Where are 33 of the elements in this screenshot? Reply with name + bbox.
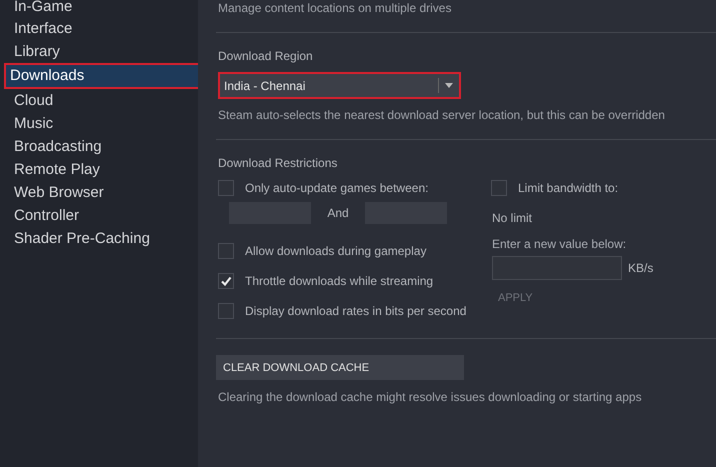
prompt-text: Enter a new value below: (492, 237, 628, 251)
sidebar-item[interactable]: Controller (4, 204, 194, 227)
clear-cache-button[interactable]: CLEAR DOWNLOAD CACHE (216, 355, 464, 380)
hint-text: Steam auto-selects the nearest download server location, but this can be overridden (218, 108, 666, 123)
sidebar-item[interactable]: Downloads (4, 63, 198, 89)
region-dropdown[interactable]: India - Chennai (218, 72, 461, 99)
checkbox-label: Limit bandwidth to: (518, 181, 618, 195)
unit-label: KB/s (628, 261, 654, 275)
sidebar-item[interactable]: Interface (4, 17, 194, 40)
sidebar-item[interactable]: Shader Pre-Caching (4, 227, 194, 250)
hint-text: Clearing the download cache might resolve issues downloading or starting apps (218, 390, 643, 405)
limit-value: No limit (492, 211, 534, 225)
bandwidth-field[interactable] (492, 256, 622, 280)
checkbox-label: Allow downloads during gameplay (245, 244, 426, 258)
description-text: Manage content locations on multiple drives (218, 1, 452, 16)
checkbox[interactable] (218, 243, 234, 259)
checkbox-label: Display download rates in bits per second (245, 304, 466, 318)
checkbox-label: Only auto-update games between: (245, 181, 428, 195)
section-heading: Download Region (218, 49, 314, 63)
checkbox[interactable] (218, 303, 234, 319)
and-label: And (326, 206, 350, 220)
sidebar-item[interactable]: Music (4, 112, 194, 135)
sidebar-item[interactable]: Web Browser (4, 181, 194, 204)
checkbox[interactable] (491, 180, 507, 196)
checkbox[interactable] (218, 180, 234, 196)
sidebar-item[interactable]: Remote Play (4, 158, 194, 181)
sidebar-item[interactable]: Cloud (4, 89, 194, 112)
checkbox[interactable] (218, 273, 234, 289)
checkbox-label: Throttle downloads while streaming (245, 274, 434, 288)
section-heading: Download Restrictions (218, 156, 338, 170)
sidebar-item[interactable]: Library (4, 40, 194, 63)
sidebar-item[interactable]: Broadcasting (4, 135, 194, 158)
sidebar-item[interactable]: In-Game (4, 0, 194, 17)
